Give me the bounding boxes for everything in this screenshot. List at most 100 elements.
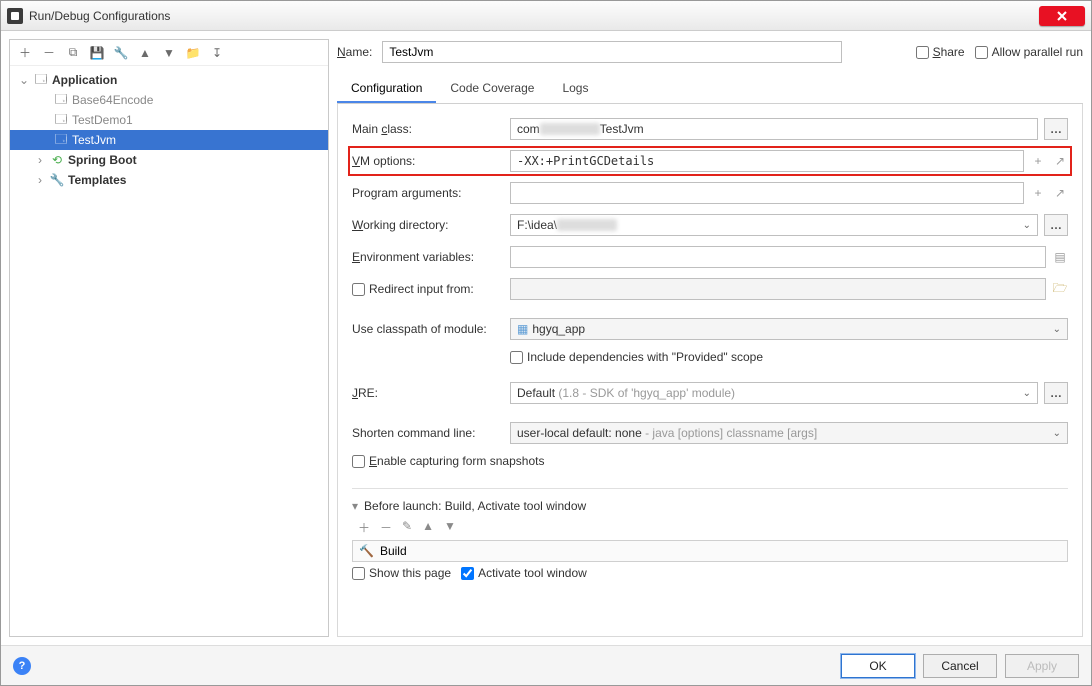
row-shorten: Shorten command line: user-local default… [352,422,1068,444]
tree-label: TestJvm [72,133,116,147]
program-args-input[interactable] [510,182,1024,204]
window-title: Run/Debug Configurations [29,9,1039,23]
row-include-provided: Include dependencies with "Provided" sco… [352,350,1068,364]
before-launch-section: ▾ Before launch: Build, Activate tool wi… [352,488,1068,580]
share-checkbox[interactable]: Share [916,45,965,59]
jre-combo[interactable]: Default (1.8 - SDK of 'hgyq_app' module)… [510,382,1038,404]
left-toolbar: ＋ － ⧉ 💾 🔧 ▲ ▼ 📁 ↧ [10,40,328,66]
vm-options-highlight: VM options: -XX:+PrintGCDetails + ↗ [348,146,1072,176]
before-launch-header[interactable]: ▾ Before launch: Build, Activate tool wi… [352,499,1068,513]
cancel-button[interactable]: Cancel [923,654,997,678]
env-vars-input[interactable] [510,246,1046,268]
tree-item-base64encode[interactable]: 🗔 Base64Encode [10,90,328,110]
redirect-input-checkbox[interactable]: Redirect input from: [352,282,510,296]
expand-icon[interactable]: ↗ [1052,154,1068,168]
copy-icon[interactable]: ⧉ [66,45,80,60]
expand-icon[interactable]: ↗ [1052,186,1068,200]
row-program-args: Program arguments: + ↗ [352,182,1068,204]
folder-icon[interactable]: 📁 [186,46,200,60]
dialog-window: Run/Debug Configurations ＋ － ⧉ 💾 🔧 ▲ ▼ 📁… [0,0,1092,686]
tabs: Configuration Code Coverage Logs [337,75,1083,104]
show-this-page-checkbox[interactable]: Show this page [352,566,451,580]
row-working-dir: Working directory: F:\idea\ ⌄ … [352,214,1068,236]
tree-node-templates[interactable]: › 🔧 Templates [10,170,328,190]
run-config-icon: 🗔 [54,93,68,107]
chevron-right-icon: › [34,173,46,187]
snapshots-checkbox[interactable]: Enable capturing form snapshots [352,454,544,468]
up-icon[interactable]: ▲ [138,46,152,60]
add-icon[interactable]: ＋ [358,519,370,536]
tab-code-coverage[interactable]: Code Coverage [436,75,548,103]
redacted-text [540,123,600,135]
left-panel: ＋ － ⧉ 💾 🔧 ▲ ▼ 📁 ↧ ⌄ 🗔 Application [9,39,329,637]
chevron-right-icon: › [34,153,46,167]
chevron-down-icon: ⌄ [1023,220,1031,231]
row-env-vars: Environment variables: ▤ [352,246,1068,268]
springboot-icon: ⟲ [50,153,64,167]
browse-main-class-button[interactable]: … [1044,118,1068,140]
allow-parallel-checkbox[interactable]: Allow parallel run [975,45,1083,59]
sort-icon[interactable]: ↧ [210,46,224,60]
shorten-label: Shorten command line: [352,426,510,440]
name-row: Name: Share Allow parallel run [337,39,1083,65]
chevron-down-icon: ▾ [352,499,358,513]
plus-icon[interactable]: + [1030,186,1046,200]
row-jre: JRE: Default (1.8 - SDK of 'hgyq_app' mo… [352,382,1068,404]
classpath-combo[interactable]: ▦ hgyq_app ⌄ [510,318,1068,340]
module-icon: ▦ [517,322,528,336]
chevron-down-icon: ⌄ [18,73,30,87]
list-icon[interactable]: ▤ [1052,250,1068,264]
wrench-icon: 🔧 [50,173,64,187]
close-button[interactable] [1039,6,1085,26]
run-config-icon: 🗔 [54,133,68,147]
wrench-icon[interactable]: 🔧 [114,46,128,60]
help-button[interactable]: ? [13,657,31,675]
tree-node-springboot[interactable]: › ⟲ Spring Boot [10,150,328,170]
jre-label: JRE: [352,386,510,400]
remove-icon[interactable]: － [380,519,392,536]
before-launch-options: Show this page Activate tool window [352,566,1068,580]
tab-configuration[interactable]: Configuration [337,75,436,103]
vm-options-input[interactable]: -XX:+PrintGCDetails [510,150,1024,172]
activate-tool-window-checkbox[interactable]: Activate tool window [461,566,587,580]
row-redirect-input: Redirect input from: 🗁 [352,278,1068,300]
redacted-text [557,219,617,231]
app-icon [7,8,23,24]
add-icon[interactable]: ＋ [18,44,32,61]
classpath-label: Use classpath of module: [352,322,510,336]
working-dir-input[interactable]: F:\idea\ ⌄ [510,214,1038,236]
row-main-class: Main class: comTestJvm … [352,118,1068,140]
include-provided-checkbox[interactable]: Include dependencies with "Provided" sco… [510,350,763,364]
browse-jre-button[interactable]: … [1044,382,1068,404]
main-class-input[interactable]: comTestJvm [510,118,1038,140]
edit-icon[interactable]: ✎ [402,519,412,536]
up-icon[interactable]: ▲ [422,519,434,536]
chevron-down-icon: ⌄ [1053,428,1061,439]
row-snapshots: Enable capturing form snapshots [352,454,1068,468]
folder-icon: 🗁 [1052,279,1068,300]
tree-item-testjvm[interactable]: 🗔 TestJvm [10,130,328,150]
main-class-label: Main class: [352,122,510,136]
browse-working-dir-button[interactable]: … [1044,214,1068,236]
ok-button[interactable]: OK [841,654,915,678]
down-icon[interactable]: ▼ [162,46,176,60]
save-icon[interactable]: 💾 [90,46,104,60]
apply-button[interactable]: Apply [1005,654,1079,678]
chevron-down-icon: ⌄ [1023,388,1031,399]
shorten-combo[interactable]: user-local default: none - java [options… [510,422,1068,444]
name-label: Name: [337,45,372,59]
tree-item-testdemo1[interactable]: 🗔 TestDemo1 [10,110,328,130]
down-icon[interactable]: ▼ [444,519,456,536]
run-config-icon: 🗔 [54,113,68,127]
row-classpath: Use classpath of module: ▦ hgyq_app ⌄ [352,318,1068,340]
chevron-down-icon: ⌄ [1053,324,1061,335]
before-launch-item-build[interactable]: 🔨 Build [352,540,1068,562]
name-input[interactable] [382,41,842,63]
plus-icon[interactable]: + [1030,154,1046,168]
tree-label: Spring Boot [68,153,137,167]
vm-options-label: VM options: [352,154,510,168]
before-launch-toolbar: ＋ － ✎ ▲ ▼ [358,519,1068,536]
tree-node-application[interactable]: ⌄ 🗔 Application [10,70,328,90]
tab-logs[interactable]: Logs [548,75,602,103]
remove-icon[interactable]: － [42,44,56,61]
